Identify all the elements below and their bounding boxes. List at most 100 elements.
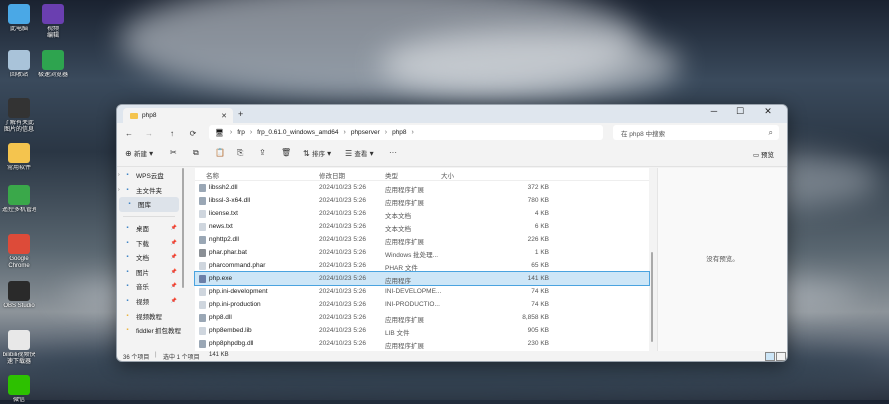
maximize-button[interactable]: ☐: [729, 106, 751, 117]
rename-icon[interactable]: ⎘: [237, 148, 243, 158]
sidebar-item-label: 下载: [136, 240, 149, 248]
sidebar-item-label: 视频: [136, 299, 149, 307]
desktop-item[interactable]: 极速浏览器: [36, 50, 70, 79]
expand-chevron-icon[interactable]: ›: [118, 187, 120, 193]
desktop-item[interactable]: 回收站: [2, 50, 36, 79]
back-icon[interactable]: ←: [121, 129, 137, 138]
file-icon: [199, 339, 206, 348]
sidebar-item[interactable]: ▪ 音乐 📌: [117, 279, 181, 294]
sidebar-item[interactable]: ▪ 文档 📌: [117, 250, 181, 265]
file-row[interactable]: php8.dll 2024/10/23 5:26 应用程序扩展 8,858 KB: [195, 311, 649, 324]
sidebar-item[interactable]: ▪ 下载 📌: [117, 235, 181, 250]
tiles-view-icon[interactable]: [776, 352, 786, 361]
breadcrumb-frp-version[interactable]: frp_0.61.0_windows_amd64: [257, 129, 338, 136]
sidebar-item[interactable]: › ▪ WPS云盘: [117, 168, 181, 183]
desktop-item-label: 极速浏览器: [37, 72, 68, 78]
file-row[interactable]: license.txt 2024/10/23 5:26 文本文档 4 KB: [195, 207, 649, 220]
refresh-icon[interactable]: ⟳: [185, 129, 201, 138]
preview-button[interactable]: ▭ 预览: [753, 149, 774, 159]
minimize-button[interactable]: ─: [703, 106, 725, 116]
file-row[interactable]: libssh2.dll 2024/10/23 5:26 应用程序扩展 372 KB: [195, 181, 649, 194]
file-row[interactable]: libssl-3-x64.dll 2024/10/23 5:26 应用程序扩展 780…: [195, 194, 649, 207]
file-row[interactable]: php.ini-production 2024/10/23 5:26 INI-PRO…: [195, 298, 649, 311]
sidebar-item[interactable]: ▪ 图片 📌: [117, 265, 181, 280]
sort-button[interactable]: ⇅ 排序 ▾: [303, 148, 331, 158]
sidebar-item[interactable]: ▪ 桌面 📌: [117, 221, 181, 236]
view-button[interactable]: ☰ 查看 ▾: [345, 148, 374, 158]
new-tab-button[interactable]: +: [238, 109, 243, 119]
desktop-item[interactable]: OBS Studio: [2, 281, 36, 310]
file-type: PHAR 文件: [385, 265, 418, 272]
file-modified: 2024/10/23 5:26: [319, 275, 366, 282]
file-row[interactable]: phar.phar.bat 2024/10/23 5:26 Windows 批处理.…: [195, 246, 649, 259]
file-name: libssl-3-x64.dll: [209, 197, 251, 204]
tab-close-icon[interactable]: ✕: [221, 112, 227, 120]
file-row[interactable]: news.txt 2024/10/23 5:26 文本文档 6 KB: [195, 220, 649, 233]
sidebar-item[interactable]: ▪ 视频教程: [117, 308, 181, 323]
sidebar-item[interactable]: ▪ 视频 📌: [117, 294, 181, 309]
file-row[interactable]: php.exe 2024/10/23 5:26 应用程序 141 KB: [194, 271, 650, 286]
file-name: phar.phar.bat: [209, 249, 247, 256]
cut-icon[interactable]: ✂: [170, 148, 177, 157]
file-type: 应用程序扩展: [385, 317, 424, 324]
new-button[interactable]: ⊕ 新建 ▾: [125, 148, 153, 158]
file-row[interactable]: php8embed.lib 2024/10/23 5:26 LIB 文件 905 KB: [195, 324, 649, 337]
address-bar[interactable]: 🖥 › frp › frp_0.61.0_windows_amd64 › php…: [209, 125, 603, 140]
copy-icon[interactable]: ⧉: [193, 148, 199, 158]
wechat-icon: [8, 375, 30, 395]
forward-icon[interactable]: →: [141, 129, 157, 138]
file-row[interactable]: php.ini-development 2024/10/23 5:26 INI-DE…: [195, 285, 649, 298]
scrollbar-thumb[interactable]: [651, 252, 653, 342]
tab-php8[interactable]: php8 ✕: [123, 108, 233, 123]
desktop-item[interactable]: 常用软件: [2, 143, 36, 172]
obs-icon: [8, 281, 30, 301]
file-modified: 2024/10/23 5:26: [319, 314, 366, 321]
breadcrumb-frp[interactable]: frp: [237, 129, 245, 136]
desktop-item[interactable]: 视频 编辑: [36, 4, 70, 40]
file-name: license.txt: [209, 210, 238, 217]
file-type: 应用程序扩展: [385, 343, 424, 350]
more-button[interactable]: ···: [389, 148, 397, 157]
file-list-scrollbar[interactable]: [650, 168, 654, 351]
desktop-item[interactable]: bilibili视频快 速下载器: [2, 330, 36, 366]
file-icon: [199, 287, 206, 296]
file-row[interactable]: pharcommand.phar 2024/10/23 5:26 PHAR 文件 65…: [195, 259, 649, 272]
column-name[interactable]: 名称: [206, 170, 219, 180]
desktop-item[interactable]: 了解有关此 图片的信息: [2, 98, 36, 134]
recycle-bin-icon: [8, 50, 30, 70]
scrollbar-thumb[interactable]: [182, 168, 184, 288]
share-icon[interactable]: ⇪: [259, 148, 266, 157]
file-row[interactable]: php8phpdbg.dll 2024/10/23 5:26 应用程序扩展 230 K…: [195, 337, 649, 350]
paste-icon[interactable]: 📋: [215, 148, 225, 157]
breadcrumb-phpserver[interactable]: phpserver: [351, 129, 380, 136]
sidebar-scrollbar[interactable]: [181, 168, 185, 351]
file-name: php8.dll: [209, 314, 232, 321]
desktop-item[interactable]: 此电脑: [2, 4, 36, 33]
column-size[interactable]: 大小: [441, 170, 454, 180]
file-size: 65 KB: [531, 262, 549, 269]
desktop-item[interactable]: Google Chrome: [2, 234, 36, 270]
sidebar-item[interactable]: › ▪ 主文件夹: [117, 183, 181, 198]
file-size: 372 KB: [527, 184, 549, 191]
delete-icon[interactable]: 🗑: [281, 148, 291, 157]
video-editor-icon: [42, 4, 64, 24]
desktop-item[interactable]: 遥控多机管理: [2, 185, 36, 214]
video-icon: ▪: [126, 298, 129, 305]
file-name: news.txt: [209, 223, 233, 230]
file-row[interactable]: nghttp2.dll 2024/10/23 5:26 应用程序扩展 226 KB: [195, 233, 649, 246]
column-type[interactable]: 类型: [385, 170, 398, 180]
sidebar-item-label: 视频教程: [136, 313, 162, 321]
breadcrumb-php8[interactable]: php8: [392, 129, 406, 136]
expand-chevron-icon[interactable]: ›: [118, 172, 120, 178]
sidebar-item-label: WPS云盘: [136, 173, 164, 181]
sidebar-item[interactable]: ▪ 图库: [119, 197, 179, 212]
column-modified[interactable]: 修改日期: [319, 170, 345, 180]
up-icon[interactable]: ↑: [164, 129, 180, 138]
details-view-icon[interactable]: [765, 352, 775, 361]
file-icon: [199, 222, 206, 231]
search-input[interactable]: 在 php8 中搜索 ⌕: [613, 125, 779, 140]
column-header: 名称 修改日期 类型 大小: [195, 168, 649, 181]
sidebar-item[interactable]: ▪ fiddler 抓包教程: [117, 323, 181, 338]
close-button[interactable]: ✕: [757, 106, 779, 117]
pin-icon: 📌: [170, 298, 177, 305]
